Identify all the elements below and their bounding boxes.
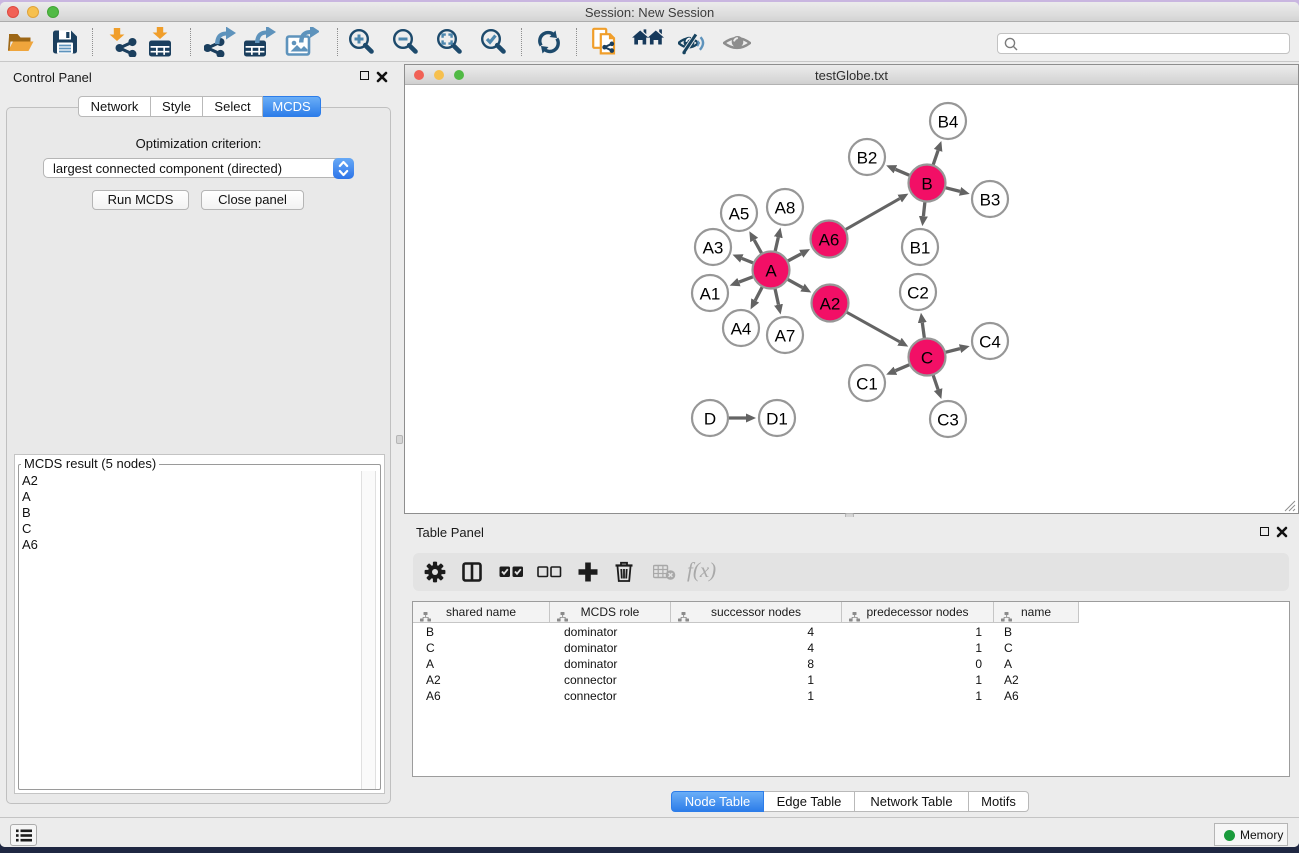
svg-text:A4: A4 xyxy=(731,319,752,338)
svg-text:C1: C1 xyxy=(856,374,878,393)
svg-text:B2: B2 xyxy=(857,148,878,167)
svg-text:A7: A7 xyxy=(775,326,796,345)
svg-text:A1: A1 xyxy=(700,284,721,303)
svg-text:A5: A5 xyxy=(729,204,750,223)
svg-text:B: B xyxy=(921,174,932,193)
svg-text:C: C xyxy=(921,348,933,367)
svg-text:D: D xyxy=(704,409,716,428)
svg-text:C4: C4 xyxy=(979,332,1001,351)
svg-text:A3: A3 xyxy=(703,238,724,257)
svg-text:B1: B1 xyxy=(910,238,931,257)
svg-text:A8: A8 xyxy=(775,198,796,217)
svg-text:C2: C2 xyxy=(907,283,929,302)
svg-text:A6: A6 xyxy=(819,230,840,249)
svg-text:B4: B4 xyxy=(938,112,959,131)
svg-text:C3: C3 xyxy=(937,410,959,429)
svg-text:D1: D1 xyxy=(766,409,788,428)
svg-text:A: A xyxy=(765,261,777,280)
svg-text:A2: A2 xyxy=(820,294,841,313)
svg-text:B3: B3 xyxy=(980,190,1001,209)
